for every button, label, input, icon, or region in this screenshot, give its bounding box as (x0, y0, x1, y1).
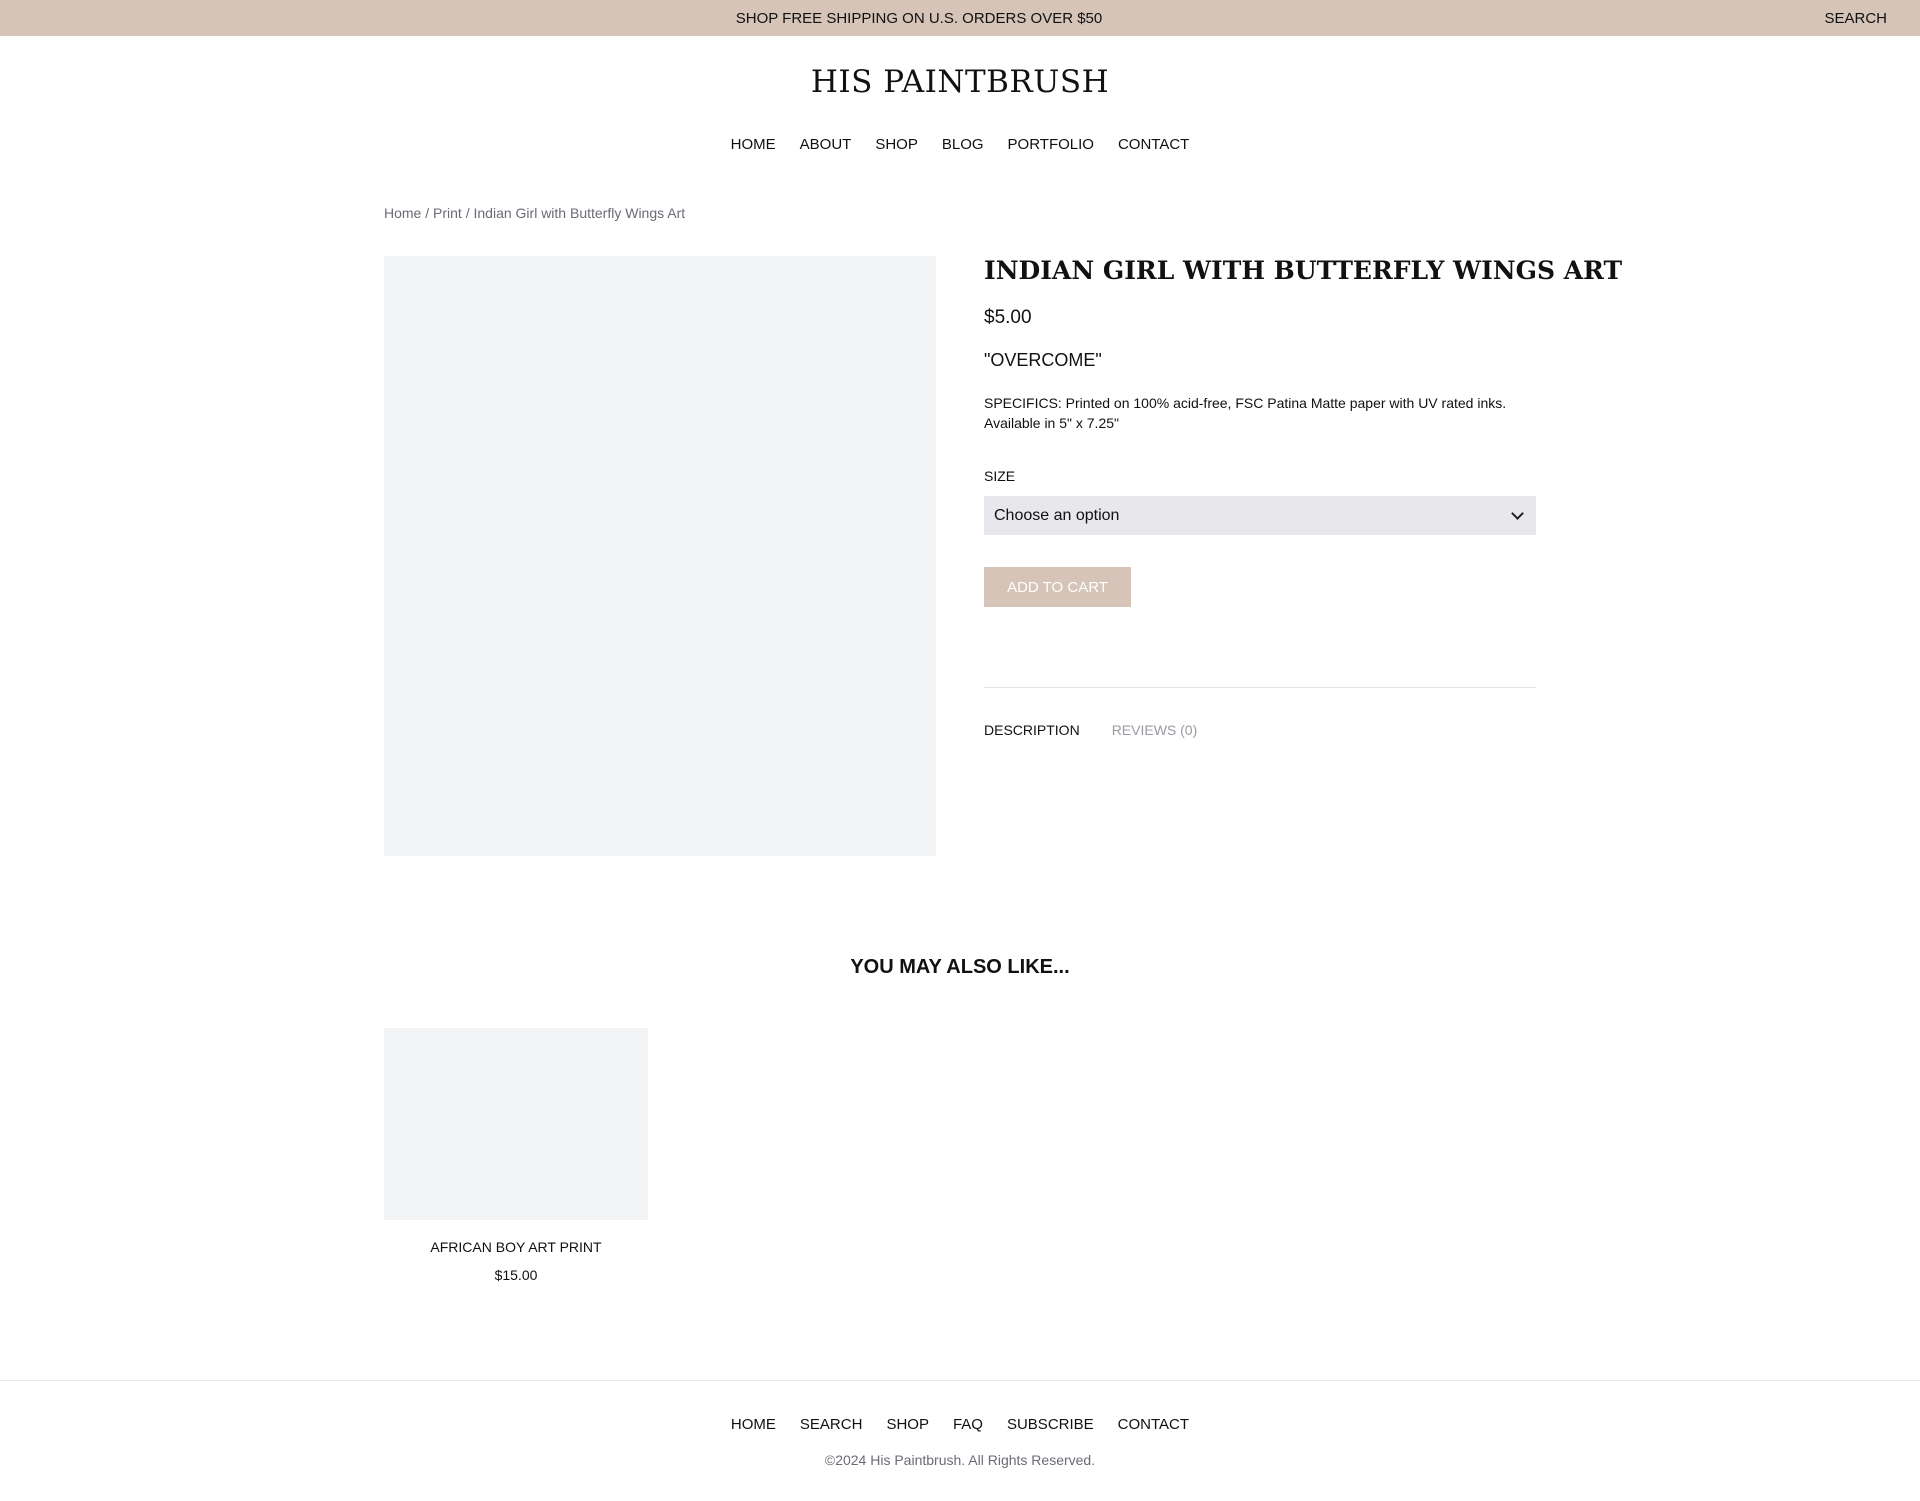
related-product-card[interactable]: AFRICAN BOY ART PRINT $15.00 (384, 1028, 648, 1283)
size-select-value: Choose an option (994, 506, 1120, 524)
nav-home[interactable]: HOME (731, 136, 776, 153)
related-product-price: $15.00 (494, 1267, 538, 1283)
copyright: ©2024 His Paintbrush. All Rights Reserve… (824, 1452, 1096, 1468)
chevron-down-icon (1511, 507, 1524, 520)
footer-home[interactable]: HOME (731, 1416, 776, 1433)
product-price: $5.00 (984, 307, 1032, 328)
nav-about[interactable]: ABOUT (800, 136, 852, 153)
size-label: SIZE (984, 468, 1016, 484)
product-image[interactable] (384, 256, 936, 856)
product-specs: SPECIFICS: Printed on 100% acid-free, FS… (984, 393, 1544, 433)
nav-blog[interactable]: BLOG (942, 136, 984, 153)
size-select[interactable]: Choose an option (984, 496, 1536, 535)
nav-shop[interactable]: SHOP (875, 136, 918, 153)
product-tabs: DESCRIPTION REVIEWS (0) (984, 722, 1197, 738)
footer-shop[interactable]: SHOP (886, 1416, 929, 1433)
add-to-cart-button[interactable]: ADD TO CART (984, 567, 1131, 607)
site-logo[interactable]: HIS PAINTBRUSH (0, 64, 1920, 100)
tab-description[interactable]: DESCRIPTION (984, 722, 1080, 738)
breadcrumb: Home / Print / Indian Girl with Butterfl… (384, 205, 685, 221)
footer-subscribe[interactable]: SUBSCRIBE (1007, 1416, 1094, 1433)
free-shipping-banner[interactable]: SHOP FREE SHIPPING ON U.S. ORDERS OVER $… (0, 0, 1838, 36)
footer-nav: HOME SEARCH SHOP FAQ SUBSCRIBE CONTACT (0, 1416, 1920, 1433)
nav-contact[interactable]: CONTACT (1118, 136, 1189, 153)
breadcrumb-home[interactable]: Home (384, 205, 421, 221)
specs-line: Available in 5" x 7.25" (984, 415, 1119, 431)
footer-divider (0, 1380, 1920, 1381)
related-product-image[interactable] (384, 1028, 648, 1220)
footer-contact[interactable]: CONTACT (1118, 1416, 1189, 1433)
tab-reviews[interactable]: REVIEWS (0) (1112, 722, 1198, 738)
product-title: INDIAN GIRL WITH BUTTERFLY WINGS ART (984, 256, 1623, 285)
breadcrumb-separator: / (461, 205, 474, 221)
specs-line: SPECIFICS: Printed on 100% acid-free, FS… (984, 395, 1507, 411)
breadcrumb-category[interactable]: Print (433, 205, 462, 221)
product-tagline: "OVERCOME" (984, 350, 1102, 370)
breadcrumb-separator: / (421, 205, 434, 221)
main-nav: HOME ABOUT SHOP BLOG PORTFOLIO CONTACT (0, 136, 1920, 153)
footer-search[interactable]: SEARCH (800, 1416, 863, 1433)
related-heading: YOU MAY ALSO LIKE... (850, 956, 1070, 978)
header-search-link[interactable]: SEARCH (1824, 0, 1887, 36)
breadcrumb-current: Indian Girl with Butterfly Wings Art (473, 205, 686, 221)
nav-portfolio[interactable]: PORTFOLIO (1008, 136, 1094, 153)
announcement-bar: SHOP FREE SHIPPING ON U.S. ORDERS OVER $… (0, 0, 1920, 36)
divider (984, 687, 1536, 688)
related-product-name[interactable]: AFRICAN BOY ART PRINT (384, 1239, 648, 1255)
footer-faq[interactable]: FAQ (953, 1416, 983, 1433)
